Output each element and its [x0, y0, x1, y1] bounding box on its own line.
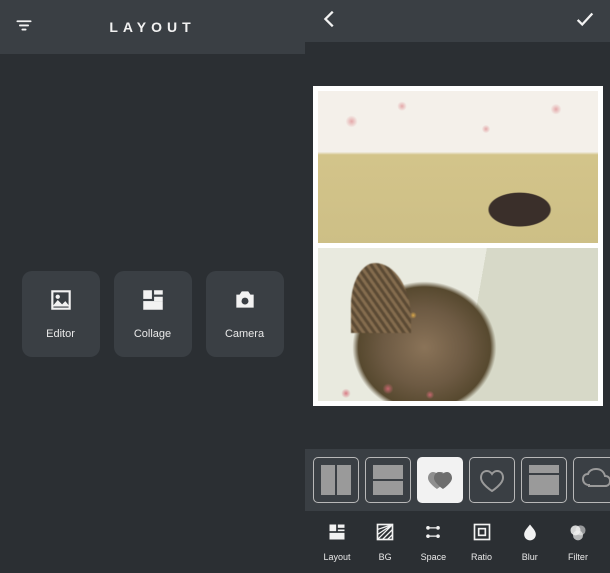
tile-row: Editor Collage Camera [22, 271, 284, 357]
tool-blur[interactable]: Blur [508, 522, 552, 562]
tool-bg[interactable]: BG [363, 522, 407, 562]
tool-bg-label: BG [379, 552, 392, 562]
canvas-area [305, 42, 610, 449]
image-icon [48, 287, 74, 318]
tool-blur-label: Blur [522, 552, 538, 562]
right-pane: Layout BG Space Ratio Blur Filter [305, 0, 610, 573]
left-body: Editor Collage Camera [0, 54, 305, 573]
menu-icon[interactable] [14, 15, 34, 40]
tool-layout-label: Layout [323, 552, 350, 562]
shape-heart[interactable] [469, 457, 515, 503]
ratio-icon [472, 522, 492, 547]
camera-icon [232, 287, 258, 318]
collage-slot-1[interactable] [318, 91, 598, 244]
left-title: LAYOUT [0, 19, 305, 35]
shape-2col[interactable] [313, 457, 359, 503]
shape-strip [305, 449, 610, 511]
blur-icon [520, 522, 540, 547]
space-icon [423, 522, 443, 547]
tool-filter-label: Filter [568, 552, 588, 562]
left-pane: LAYOUT Editor Collage [0, 0, 305, 573]
bg-icon [375, 522, 395, 547]
tool-space[interactable]: Space [411, 522, 455, 562]
collage-tile[interactable]: Collage [114, 271, 192, 357]
tool-space-label: Space [421, 552, 447, 562]
shape-cloud[interactable] [573, 457, 610, 503]
tool-ratio-label: Ratio [471, 552, 492, 562]
camera-label: Camera [225, 328, 264, 340]
editor-tile[interactable]: Editor [22, 271, 100, 357]
right-topbar [305, 0, 610, 42]
tool-layout[interactable]: Layout [315, 522, 359, 562]
collage-canvas[interactable] [313, 86, 603, 406]
confirm-icon[interactable] [574, 8, 596, 35]
tool-ratio[interactable]: Ratio [460, 522, 504, 562]
shape-2row[interactable] [365, 457, 411, 503]
back-icon[interactable] [319, 8, 341, 35]
layout-icon [327, 522, 347, 547]
camera-tile[interactable]: Camera [206, 271, 284, 357]
left-topbar: LAYOUT [0, 0, 305, 54]
shape-doubleheart[interactable] [417, 457, 463, 503]
bottom-toolbar: Layout BG Space Ratio Blur Filter [305, 511, 610, 573]
collage-label: Collage [134, 328, 171, 340]
tool-filter[interactable]: Filter [556, 522, 600, 562]
shape-header[interactable] [521, 457, 567, 503]
collage-slot-2[interactable] [318, 248, 598, 401]
editor-label: Editor [46, 328, 75, 340]
collage-icon [140, 287, 166, 318]
app-root: LAYOUT Editor Collage [0, 0, 610, 573]
filter-icon [568, 522, 588, 547]
